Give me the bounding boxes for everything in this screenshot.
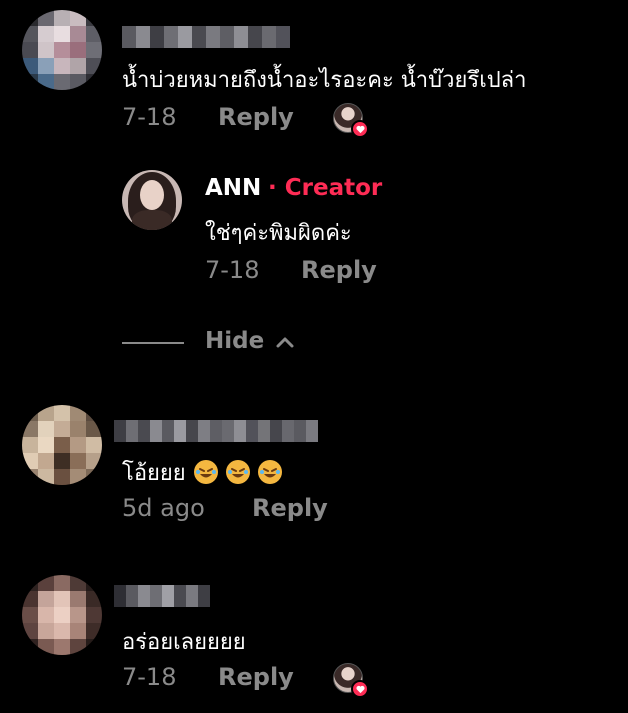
comment-date: 5d ago xyxy=(122,494,205,522)
reply-button[interactable]: Reply xyxy=(301,256,377,284)
laughing-emoji-icon xyxy=(225,460,250,484)
comment-date: 7-18 xyxy=(122,103,177,131)
comments-panel: น้ำบ่วยหมายถึงน้ำอะไรอะคะ น้ำบ๊วยรึเปล่า… xyxy=(0,0,628,713)
laughing-emoji-icon xyxy=(193,460,218,484)
commenter-avatar[interactable] xyxy=(22,405,102,485)
reply-author-name[interactable]: ANN xyxy=(205,175,261,201)
reply-button[interactable]: Reply xyxy=(218,663,294,691)
comment-text: น้ำบ่วยหมายถึงน้ำอะไรอะคะ น้ำบ๊วยรึเปล่า xyxy=(122,68,527,93)
heart-icon xyxy=(351,120,369,138)
commenter-avatar[interactable] xyxy=(22,575,102,655)
commenter-username-blurred[interactable] xyxy=(114,420,318,442)
commenter-username-blurred[interactable] xyxy=(122,26,290,48)
comment-text-body: โอ้ยยย xyxy=(122,461,186,486)
creator-avatar[interactable] xyxy=(122,170,182,230)
comment-date: 7-18 xyxy=(122,663,177,691)
hide-label: Hide xyxy=(205,328,265,354)
commenter-username-blurred[interactable] xyxy=(114,585,210,607)
reply-date: 7-18 xyxy=(205,256,260,284)
reply-text: ใช่ๆค่ะพิมผิดค่ะ xyxy=(205,221,352,246)
chevron-up-icon xyxy=(275,334,295,353)
laughing-emoji-icon xyxy=(257,460,282,484)
comment-text: โอ้ยยย xyxy=(122,455,282,490)
hide-replies-button[interactable]: Hide xyxy=(205,328,305,358)
reply-button[interactable]: Reply xyxy=(252,494,328,522)
reply-button[interactable]: Reply xyxy=(218,103,294,131)
creator-badge: · Creator xyxy=(268,175,383,201)
commenter-avatar[interactable] xyxy=(22,10,102,90)
heart-icon xyxy=(351,680,369,698)
liked-by-creator-indicator xyxy=(333,103,369,139)
hide-divider xyxy=(122,342,184,344)
liked-by-creator-indicator xyxy=(333,663,369,699)
comment-text: อร่อยเลยยยย xyxy=(122,630,246,655)
